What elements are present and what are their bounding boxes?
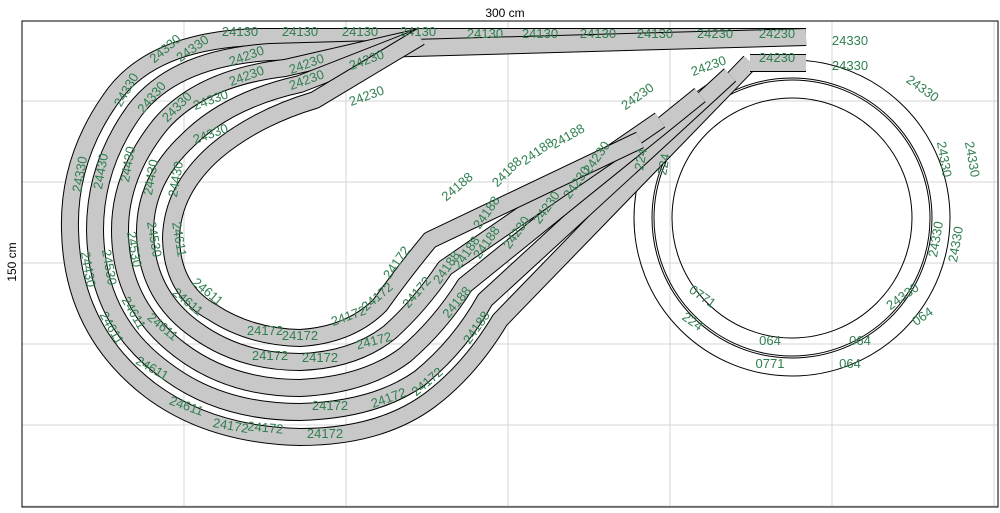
track-plan-canvas: 24130 24130 24130 24130 24130 24130 24130 24130… [5, 6, 999, 508]
piece-label: 24130 [222, 24, 258, 39]
piece-label: 24130 [400, 24, 436, 39]
piece-label: 064 [909, 304, 935, 329]
piece-label: 24172 [302, 350, 338, 365]
piece-label: 24130 [522, 26, 558, 41]
piece-label: 24330 [832, 58, 868, 73]
piece-label: 24330 [903, 72, 941, 105]
piece-label: 24330 [962, 140, 983, 178]
piece-label: 24188 [548, 121, 587, 152]
board-width-label: 300 cm [485, 6, 524, 20]
piece-label: 0771 [686, 282, 718, 311]
piece-label: 24330 [925, 220, 946, 258]
piece-label: 24188 [438, 169, 475, 204]
piece-label: 24172 [252, 348, 288, 363]
piece-label: 24330 [883, 280, 921, 313]
piece-label: 064 [849, 333, 871, 348]
piece-label: 24330 [832, 33, 868, 48]
board-height-label: 150 cm [5, 242, 19, 281]
piece-label: 064 [759, 333, 781, 348]
piece-label: 24172 [247, 323, 283, 338]
piece-label: 24230 [697, 26, 733, 41]
piece-label: 24230 [759, 26, 795, 41]
piece-label: 24330 [945, 225, 966, 263]
piece-label: 24230 [759, 50, 795, 65]
piece-label: 24172 [247, 418, 284, 436]
piece-label: 224 [679, 309, 705, 334]
piece-label: 24172 [312, 398, 348, 413]
piece-label: 24188 [489, 154, 525, 190]
piece-label: 24230 [618, 80, 656, 113]
piece-label: 24130 [637, 26, 673, 41]
piece-label: 24130 [467, 26, 503, 41]
piece-label: 064 [839, 356, 861, 371]
piece-label: 24172 [307, 426, 343, 441]
piece-label: 0771 [756, 356, 785, 371]
piece-label: 24172 [282, 328, 318, 343]
piece-label: 24130 [580, 26, 616, 41]
piece-label: 24330 [934, 140, 955, 178]
piece-label: 24130 [342, 24, 378, 39]
piece-label: 24130 [282, 24, 318, 39]
